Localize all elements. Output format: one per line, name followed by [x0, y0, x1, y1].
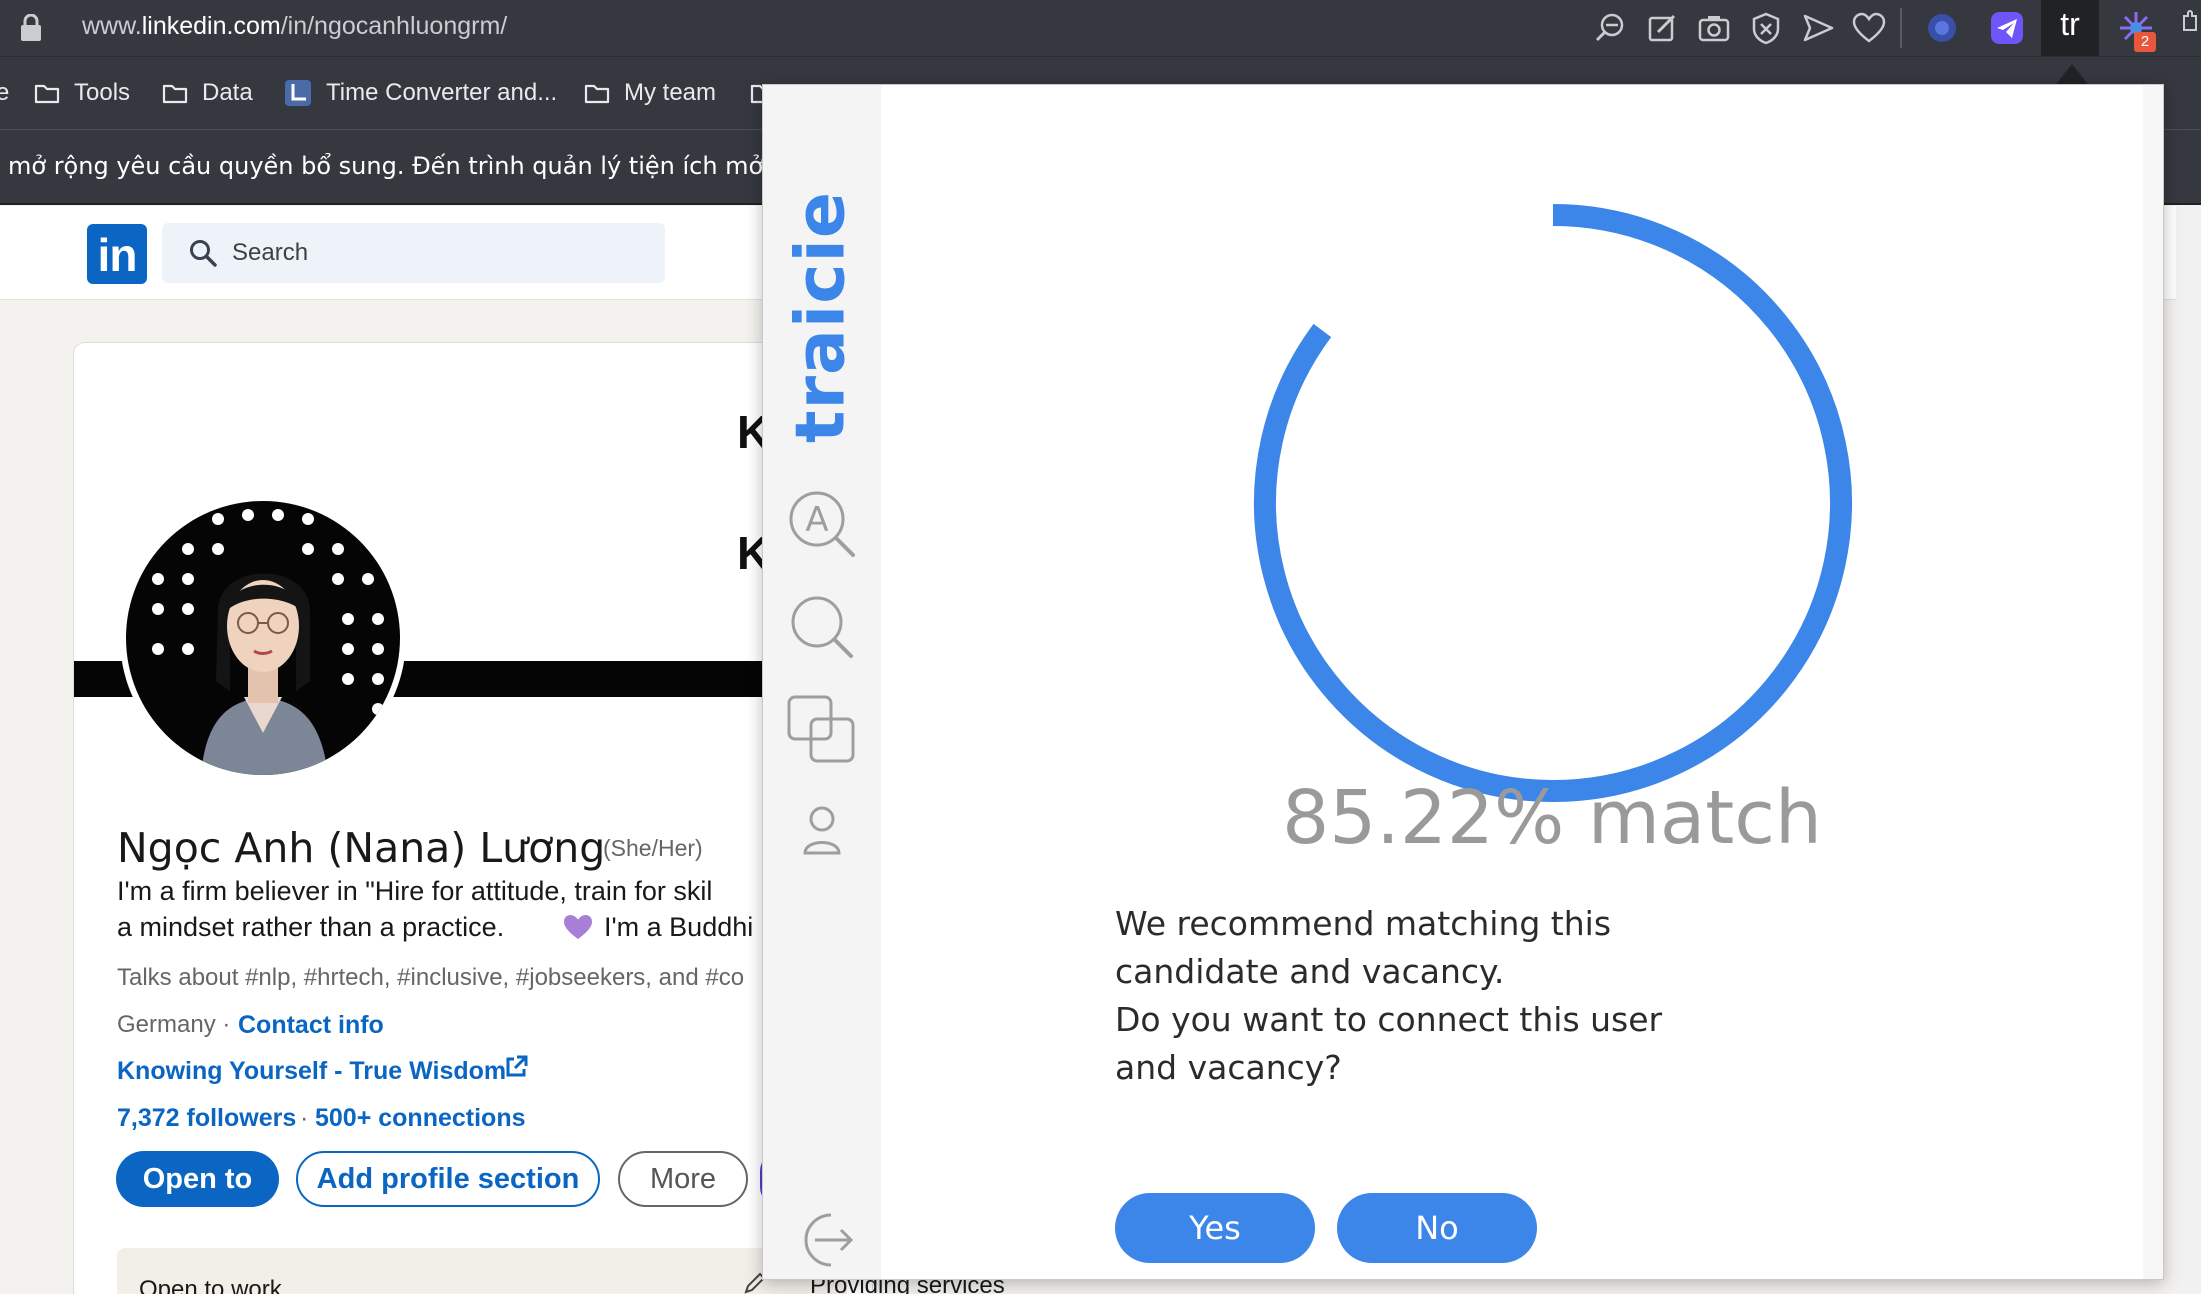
- profile-name: Ngọc Anh (Nana) Lương: [117, 824, 606, 872]
- avatar-photo: [126, 501, 400, 775]
- toolbar-divider: [1900, 8, 1902, 48]
- connections-separator: ·: [300, 1104, 309, 1132]
- bookmark-label: e: [0, 79, 10, 106]
- search-box[interactable]: [162, 223, 665, 283]
- heart-icon[interactable]: [1851, 10, 1887, 46]
- purple-heart-icon: [564, 915, 592, 939]
- search-input[interactable]: [232, 235, 632, 271]
- user-icon[interactable]: [785, 801, 859, 861]
- profile-pronouns: (She/Her): [603, 835, 703, 861]
- shield-close-icon[interactable]: [1748, 10, 1784, 46]
- website-link[interactable]: Knowing Yourself - True Wisdom: [117, 1057, 506, 1086]
- compare-icon[interactable]: [785, 693, 859, 767]
- extension-telegram-icon[interactable]: [1987, 8, 2027, 48]
- extension-badge: 2: [2134, 32, 2156, 52]
- analyze-icon[interactable]: A: [785, 487, 859, 561]
- linkedin-logo[interactable]: in: [87, 224, 147, 284]
- followers-link[interactable]: 7,372 followers: [117, 1104, 296, 1133]
- lock-icon: [21, 14, 41, 41]
- match-arc: [1254, 204, 1852, 802]
- open-to-work-label: Open to work: [139, 1276, 282, 1294]
- traicie-popup: traicie A 85.22% match We recommend matc…: [762, 84, 2164, 1280]
- bookmark-label: Tools: [74, 79, 131, 106]
- profile-location: Germany ·: [117, 1011, 231, 1038]
- bookmark-data[interactable]: Data: [162, 78, 253, 108]
- search-icon[interactable]: [785, 592, 859, 666]
- traicie-sidebar: traicie A: [763, 85, 881, 1279]
- match-percentage: 85.22% match: [1282, 775, 1822, 861]
- popup-scrollbar[interactable]: [2143, 85, 2163, 1279]
- folder-icon: [584, 84, 610, 104]
- folder-icon: [34, 84, 60, 104]
- recommendation-line2: Do you want to connect this user and vac…: [1115, 1000, 1663, 1087]
- bookmark-tools[interactable]: Tools: [34, 78, 130, 108]
- puzzle-icon[interactable]: [2180, 8, 2200, 32]
- profile-headline-line2: a mindset rather than a practice.: [117, 912, 505, 942]
- svg-text:A: A: [805, 500, 828, 540]
- url-prefix: www.: [82, 12, 142, 40]
- profile-card: K K Ngọc Anh (Nana) Lương (She/Her) I'm …: [73, 342, 873, 1294]
- camera-icon[interactable]: [1696, 10, 1732, 46]
- external-link-icon[interactable]: [503, 1054, 529, 1080]
- infobar-message: mở rộng yêu cầu quyền bổ sung. Đến trình…: [8, 152, 864, 180]
- bookmark-e[interactable]: e: [0, 78, 9, 108]
- contact-info-link[interactable]: Contact info: [238, 1011, 384, 1040]
- add-profile-section-button[interactable]: Add profile section: [296, 1151, 600, 1207]
- folder-icon: [162, 84, 188, 104]
- more-button[interactable]: More: [618, 1151, 748, 1207]
- profile-talks-about: Talks about #nlp, #hrtech, #inclusive, #…: [117, 964, 745, 991]
- avatar[interactable]: [120, 495, 406, 781]
- recommendation-line1: We recommend matching this candidate and…: [1115, 904, 1612, 991]
- bookmark-label: My team: [624, 79, 717, 106]
- no-button[interactable]: No: [1337, 1193, 1537, 1263]
- match-progress-ring: [1254, 204, 1852, 802]
- time-converter-icon: [285, 80, 311, 106]
- open-to-button[interactable]: Open to: [116, 1151, 279, 1207]
- profile-headline-line2b: I'm a Buddhi: [604, 912, 754, 942]
- profile-headline-line1: I'm a firm believer in "Hire for attitud…: [117, 876, 713, 906]
- extension-traicie[interactable]: tr: [2041, 0, 2099, 56]
- yes-button[interactable]: Yes: [1115, 1193, 1315, 1263]
- traicie-main: 85.22% match We recommend matching this …: [881, 85, 2163, 1279]
- recommendation-text: We recommend matching this candidate and…: [1115, 900, 1715, 1092]
- extension-traicie-label: tr: [2060, 6, 2080, 42]
- connections-link[interactable]: 500+ connections: [315, 1104, 526, 1133]
- send-icon[interactable]: [1800, 10, 1836, 46]
- bookmark-time-converter[interactable]: Time Converter and...: [284, 78, 557, 108]
- search-icon: [190, 240, 217, 267]
- page-scrollbar[interactable]: [2176, 206, 2201, 1294]
- edit-icon[interactable]: [1644, 10, 1680, 46]
- logout-icon[interactable]: [785, 1203, 859, 1277]
- popup-pointer: [2056, 64, 2088, 84]
- browser-address-bar: www.linkedin.com/in/ngocanhluongrm/ tr 2: [0, 0, 2201, 56]
- bookmark-my-team[interactable]: My team: [584, 78, 716, 108]
- url-text[interactable]: www.linkedin.com/in/ngocanhluongrm/: [82, 12, 507, 41]
- zoom-out-icon[interactable]: [1592, 10, 1628, 46]
- bookmark-label: Time Converter and...: [326, 79, 558, 106]
- open-to-work-card[interactable]: Open to work: [117, 1248, 847, 1294]
- url-path: /in/ngocanhluongrm/: [280, 12, 508, 40]
- bookmark-label: Data: [202, 79, 253, 106]
- extension-blue-icon[interactable]: [1922, 8, 1962, 48]
- url-domain: linkedin.com: [141, 12, 281, 40]
